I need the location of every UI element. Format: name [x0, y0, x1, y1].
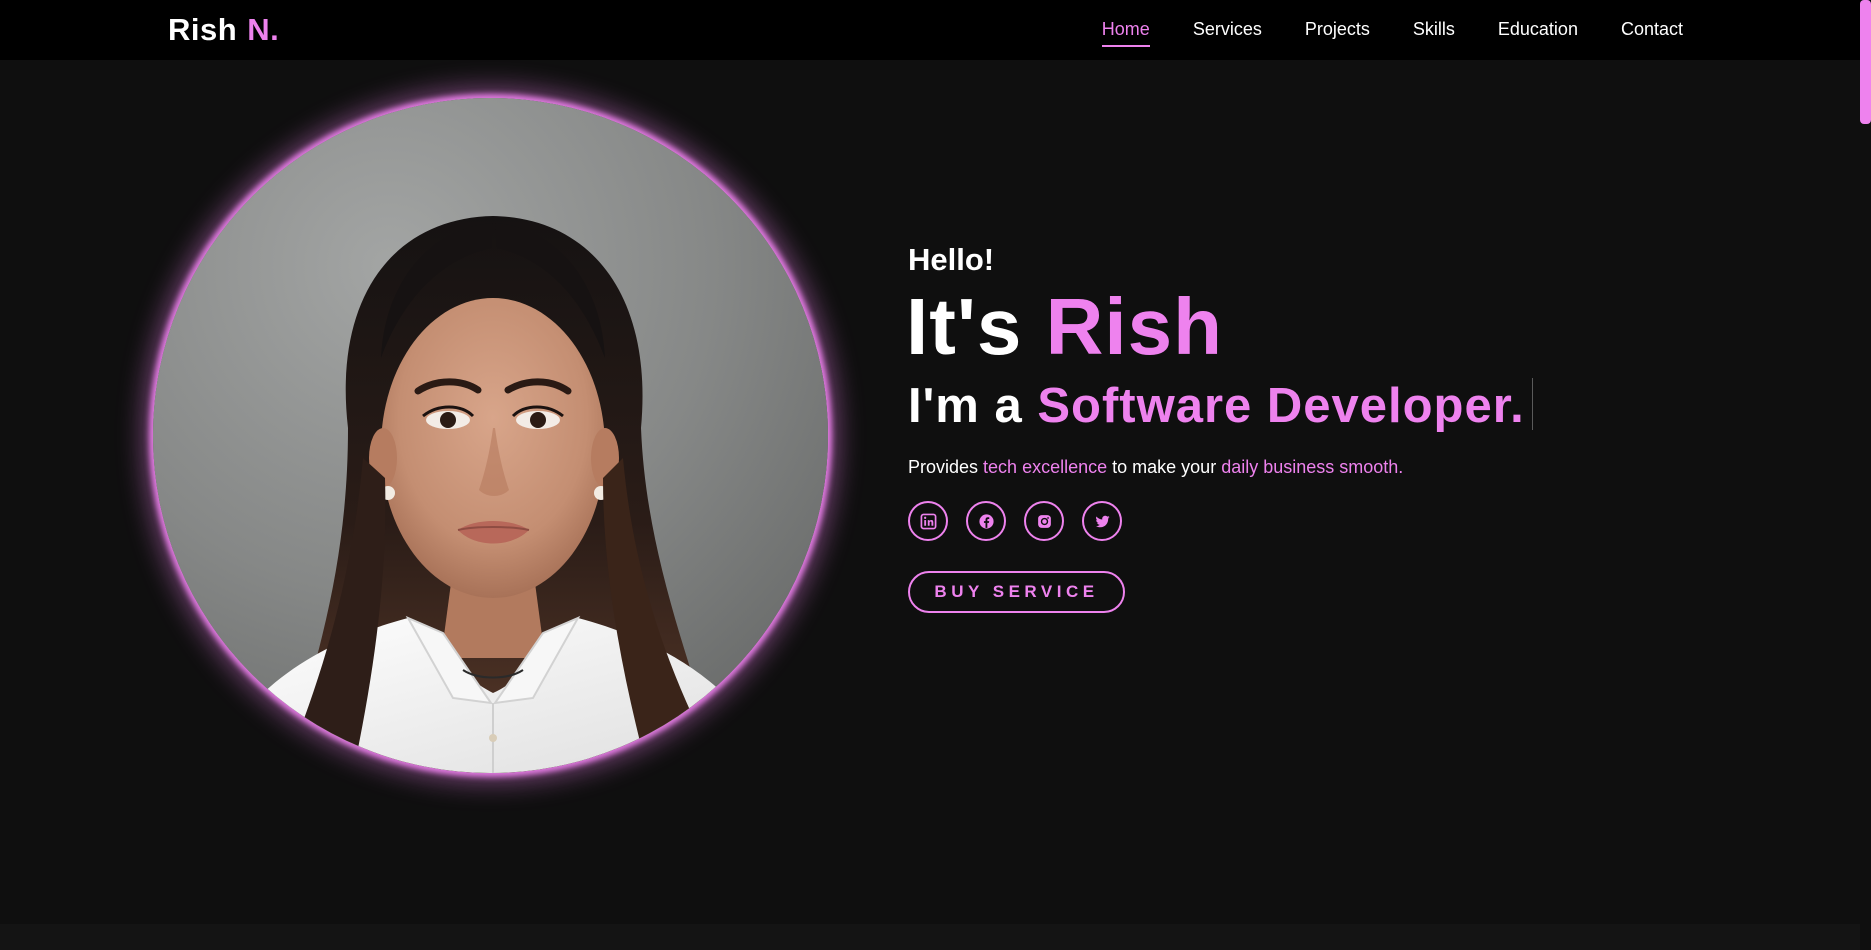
facebook-link[interactable]	[966, 501, 1006, 541]
nav-skills[interactable]: Skills	[1413, 17, 1455, 43]
brand-name: Rish	[168, 12, 238, 47]
role-prefix: I'm a	[908, 379, 1023, 433]
portrait-illustration	[153, 98, 828, 773]
typing-cursor	[1531, 378, 1533, 430]
name-prefix: It's	[906, 282, 1023, 371]
page-scrollbar[interactable]	[1860, 0, 1871, 950]
social-links	[908, 501, 1628, 541]
hero-section: Hello! It's Rish I'm a Software Develope…	[906, 240, 1628, 613]
buy-service-button[interactable]: BUY SERVICE	[908, 571, 1125, 613]
main-nav: Home Services Projects Skills Education …	[1101, 0, 1683, 60]
nav-projects[interactable]: Projects	[1305, 17, 1370, 43]
tagline-part2: to make your	[1112, 457, 1217, 477]
scrollbar-thumb[interactable]	[1860, 0, 1871, 124]
brand-accent: N.	[247, 12, 280, 47]
twitter-link[interactable]	[1082, 501, 1122, 541]
tagline: Provides tech excellence to make your da…	[908, 455, 1628, 479]
brand-logo[interactable]: Rish N.	[168, 10, 279, 50]
site-header: Rish N. Home Services Projects Skills Edu…	[0, 0, 1860, 60]
instagram-icon	[1037, 514, 1051, 528]
twitter-icon	[1095, 515, 1110, 527]
role-heading: I'm a Software Developer.	[908, 376, 1628, 436]
role-highlight: Software Developer.	[1037, 379, 1525, 433]
page: Rish N. Home Services Projects Skills Edu…	[0, 0, 1871, 950]
linkedin-link[interactable]	[908, 501, 948, 541]
name-heading: It's Rish	[906, 282, 1628, 372]
tagline-highlight2: daily business smooth.	[1221, 457, 1404, 477]
instagram-link[interactable]	[1024, 501, 1064, 541]
nav-services[interactable]: Services	[1193, 17, 1262, 43]
nav-education[interactable]: Education	[1498, 17, 1578, 43]
nav-contact[interactable]: Contact	[1621, 17, 1683, 43]
tagline-part1: Provides	[908, 457, 979, 477]
next-section-edge	[0, 924, 1860, 950]
tagline-highlight1: tech excellence	[983, 457, 1108, 477]
greeting-heading: Hello!	[908, 242, 995, 277]
name-highlight: Rish	[1045, 282, 1223, 371]
nav-home[interactable]: Home	[1101, 17, 1150, 47]
profile-portrait	[153, 98, 828, 773]
linkedin-icon	[920, 513, 936, 529]
facebook-icon	[978, 513, 994, 529]
